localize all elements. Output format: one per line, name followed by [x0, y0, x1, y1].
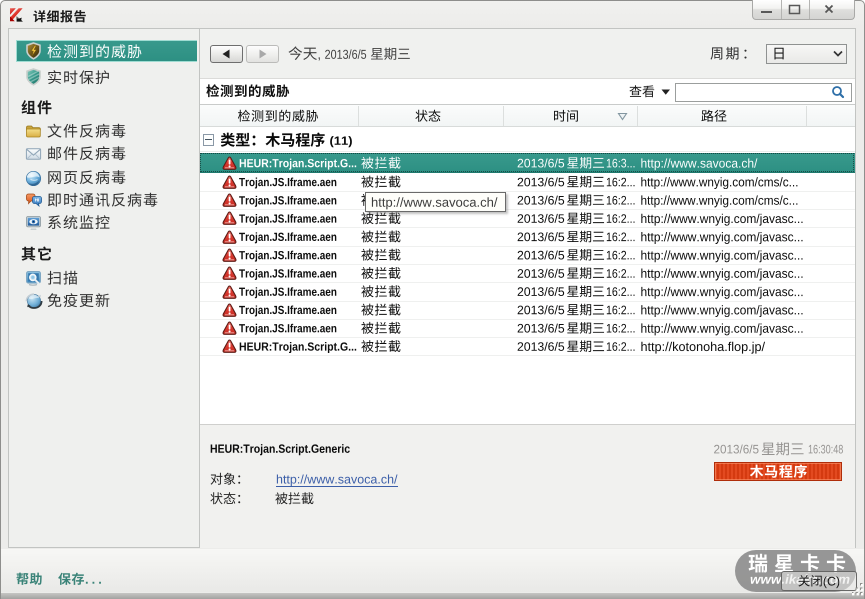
svg-text:HI: HI	[35, 198, 40, 203]
